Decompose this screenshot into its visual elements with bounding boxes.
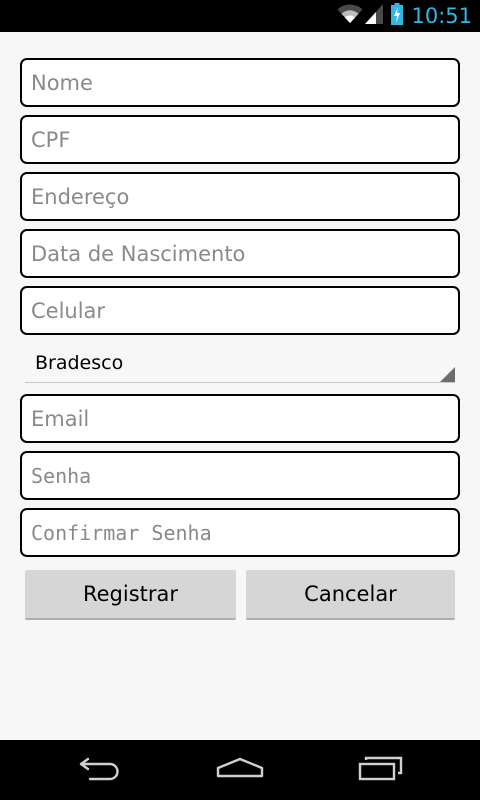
endereco-field-frame <box>20 172 460 221</box>
nome-field-frame <box>20 58 460 107</box>
celular-input[interactable] <box>22 288 451 333</box>
confirmar-senha-input[interactable] <box>22 510 451 555</box>
home-icon <box>215 756 265 785</box>
bank-spinner-value: Bradesco <box>35 352 124 374</box>
email-input[interactable] <box>22 396 451 441</box>
battery-charging-icon <box>391 2 404 30</box>
email-field-frame <box>20 394 460 443</box>
data-nascimento-input[interactable] <box>22 231 451 276</box>
status-bar: 10:51 <box>0 0 480 32</box>
navigation-bar <box>0 740 480 800</box>
recent-apps-icon <box>358 755 404 786</box>
data-nascimento-field-frame <box>20 229 460 278</box>
nome-input[interactable] <box>22 60 451 105</box>
cpf-input[interactable] <box>22 117 451 162</box>
wifi-icon <box>337 3 363 29</box>
back-button[interactable] <box>50 740 150 800</box>
cpf-field-frame <box>20 115 460 164</box>
spinner-corner-arrow-icon <box>440 367 455 382</box>
recent-apps-button[interactable] <box>331 740 431 800</box>
endereco-input[interactable] <box>22 174 451 219</box>
status-clock: 10:51 <box>411 4 472 28</box>
cancel-button[interactable]: Cancelar <box>246 570 455 620</box>
senha-input[interactable] <box>22 453 451 498</box>
senha-field-frame <box>20 451 460 500</box>
status-icons: 10:51 <box>337 0 472 32</box>
celular-field-frame <box>20 286 460 335</box>
confirmar-senha-field-frame <box>20 508 460 557</box>
back-icon <box>78 755 122 786</box>
home-button[interactable] <box>190 740 290 800</box>
signal-icon <box>365 3 384 29</box>
bank-spinner[interactable]: Bradesco <box>25 348 455 383</box>
register-button[interactable]: Registrar <box>25 570 236 620</box>
